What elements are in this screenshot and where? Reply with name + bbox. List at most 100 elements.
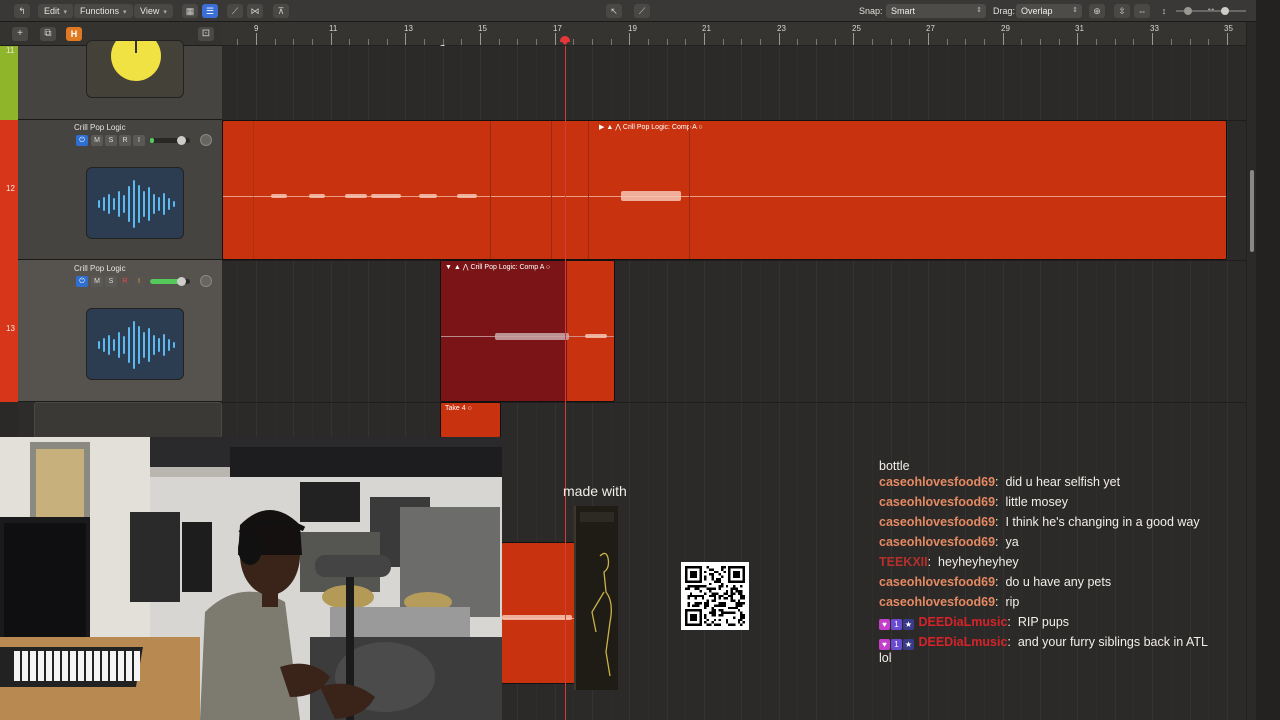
region-title-text: Crill Pop Logic: Comp A <box>470 264 544 271</box>
ruler-tick <box>1059 39 1060 45</box>
flex-icon[interactable]: ⋈ <box>247 4 263 18</box>
ruler-label: 35 <box>1224 24 1233 33</box>
record-button[interactable]: R <box>119 135 131 146</box>
audio-region-comp-a-track13[interactable]: ▼ ▲ ⋀ Crill Pop Logic: Comp A ○ <box>440 260 615 402</box>
global-tracks-icon[interactable]: ⊡ <box>198 27 214 41</box>
ruler-tick <box>1208 39 1209 45</box>
playhead-marker[interactable] <box>560 36 570 45</box>
power-icon[interactable]: ⏻ <box>76 276 88 287</box>
chat-username: caseohlovesfood69 <box>879 475 996 489</box>
vertical-scrollbar[interactable] <box>1246 22 1256 720</box>
chat-username: caseohlovesfood69 <box>879 515 996 529</box>
functions-menu[interactable]: Functions ▾ <box>74 4 133 18</box>
sub-badge-icon: ★ <box>903 639 914 650</box>
pan-knob[interactable] <box>200 275 212 287</box>
comp-split <box>253 121 254 259</box>
waveform-blob <box>371 194 401 198</box>
region-title: ▼ ▲ ⋀ Crill Pop Logic: Comp A ○ <box>445 264 551 271</box>
ruler-tick <box>779 33 780 45</box>
ruler-tick <box>984 39 985 45</box>
ruler-label: 33 <box>1150 24 1159 33</box>
pan-knob[interactable] <box>200 134 212 146</box>
vertical-zoom-icon[interactable]: ⇳ <box>1114 4 1130 18</box>
track-header-11[interactable] <box>18 40 222 120</box>
pointer-tool-icon[interactable]: ↖ <box>606 4 622 18</box>
playhead[interactable] <box>565 46 566 720</box>
heart-badge-icon: ♥ <box>879 619 890 630</box>
chat-message: caseohlovesfood69: rip <box>879 595 1020 609</box>
pencil-tool-icon[interactable]: ⟋ <box>634 4 650 18</box>
horizontal-zoom-icon[interactable]: ⇔ <box>1134 4 1150 18</box>
track-name[interactable]: Crill Pop Logic <box>74 123 126 132</box>
track-name[interactable]: Crill Pop Logic <box>74 264 126 273</box>
ruler-tick <box>928 33 929 45</box>
ruler-tick <box>405 33 406 45</box>
waveform-zoom-icon[interactable]: ⊕ <box>1089 4 1105 18</box>
ruler-tick <box>685 39 686 45</box>
view-menu-label: View <box>140 6 160 16</box>
region-title: Take 4 ○ <box>445 405 472 412</box>
chat-username: DEEDiaLmusic <box>918 615 1008 629</box>
edit-menu[interactable]: Edit ▾ <box>38 4 74 18</box>
solo-button[interactable]: S <box>105 135 117 146</box>
volume-fader[interactable] <box>150 136 190 145</box>
ruler-tick <box>648 39 649 45</box>
ruler-label: 15 <box>478 24 487 33</box>
chat-text: little mosey <box>1005 495 1068 509</box>
power-icon[interactable]: ⏻ <box>76 135 88 146</box>
add-track-icon[interactable]: + <box>12 27 28 41</box>
record-button[interactable]: R <box>119 276 131 287</box>
track-color-strip: 12 <box>0 120 18 260</box>
list-view-icon[interactable]: ☰ <box>202 4 218 18</box>
ruler-label: 25 <box>852 24 861 33</box>
ruler-tick <box>816 39 817 45</box>
ruler-tick <box>555 33 556 45</box>
duplicate-track-icon[interactable]: ⧉ <box>40 27 56 41</box>
mute-button[interactable]: M <box>91 276 103 287</box>
synth-knob-icon <box>86 40 184 98</box>
drag-select[interactable]: Overlap ⇕ <box>1016 4 1082 18</box>
bar-ruler[interactable]: 9 11 13 15 17 19 21 23 25 27 29 31 33 35… <box>222 22 1246 55</box>
control-bar: ↰ Edit ▾ Functions ▾ View ▾ ▦ ☰ ⟋ ⋈ ⊼ ↖ ⟋ S… <box>0 0 1280 22</box>
ruler-tick <box>1003 33 1004 45</box>
track-header-13[interactable]: Crill Pop Logic ⏻ M S R I <box>18 260 222 402</box>
snap-select[interactable]: Smart ⇕ <box>886 4 986 18</box>
comp-split <box>551 121 552 259</box>
chat-text: did u hear selfish yet <box>1005 475 1121 489</box>
zoom-slider-knob[interactable] <box>1221 7 1229 15</box>
ruler-tick <box>349 39 350 45</box>
take-region-lower[interactable] <box>501 542 581 684</box>
grid-view-icon[interactable]: ▦ <box>182 4 198 18</box>
chat-text: rip <box>1005 595 1020 609</box>
ruler-tick <box>741 39 742 45</box>
ruler-tick <box>947 39 948 45</box>
waveform-blob <box>271 194 287 198</box>
drag-value: Overlap <box>1021 6 1053 16</box>
mute-button[interactable]: M <box>91 135 103 146</box>
hide-tracks-button[interactable]: H <box>66 27 82 41</box>
lane-separator <box>222 260 1246 261</box>
solo-button[interactable]: S <box>105 276 117 287</box>
waveform-blob <box>502 615 572 620</box>
volume-fader[interactable] <box>150 277 190 286</box>
back-icon[interactable]: ↰ <box>14 4 30 18</box>
ruler-tick <box>387 39 388 45</box>
empty-track-slot[interactable] <box>34 402 222 438</box>
snap-value: Smart <box>891 6 916 16</box>
track-color-strip <box>0 402 18 438</box>
input-monitor-button[interactable]: I <box>133 276 145 287</box>
chat-text: I think he's changing in a good way <box>1005 515 1200 529</box>
automation-icon[interactable]: ⟋ <box>227 4 243 18</box>
catch-icon[interactable]: ⊼ <box>273 4 289 18</box>
chat-message: caseohlovesfood69: I think he's changing… <box>879 515 1200 529</box>
input-monitor-button[interactable]: I <box>133 135 145 146</box>
scroll-thumb[interactable] <box>1250 170 1254 252</box>
track-header-12[interactable]: Crill Pop Logic ⏻ M S R I <box>18 120 222 260</box>
view-menu[interactable]: View ▾ <box>134 4 173 18</box>
take-4-region[interactable]: Take 4 ○ <box>440 402 501 438</box>
ruler-label: 11 <box>329 24 338 33</box>
ruler-tick <box>853 33 854 45</box>
ruler-tick <box>331 33 332 45</box>
audio-region-comp-a[interactable]: ▶ ▲ ⋀ Crill Pop Logic: Comp A ○ <box>222 120 1227 260</box>
ruler-tick <box>1152 33 1153 45</box>
